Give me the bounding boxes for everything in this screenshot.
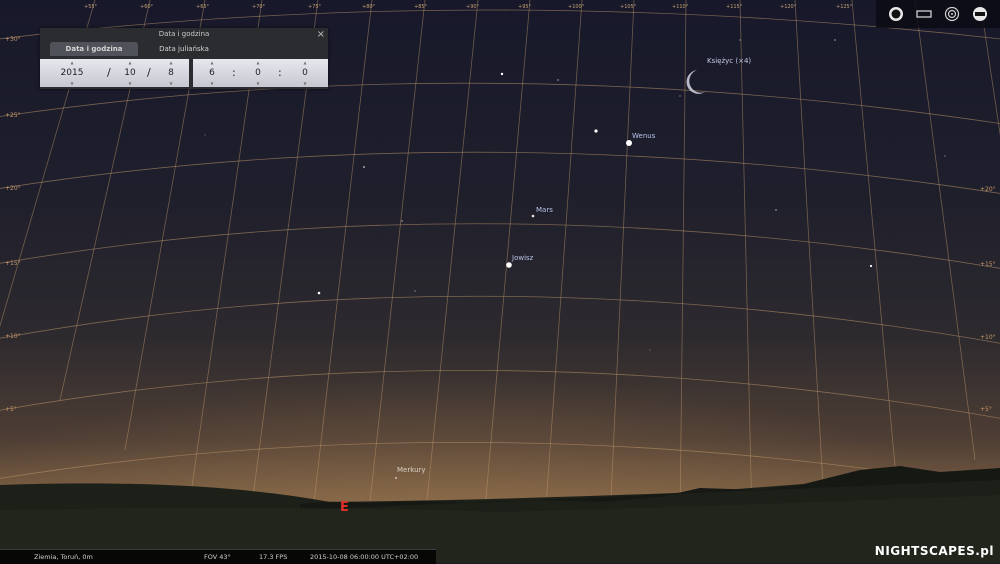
ra-label: +105°: [620, 4, 637, 10]
ra-label: +80°: [362, 4, 376, 10]
day-value: 8: [168, 68, 174, 78]
disc-icon[interactable]: [972, 6, 988, 22]
year-spinbox[interactable]: ▲ 2015 ▼: [54, 59, 90, 87]
minute-spinbox[interactable]: ▲ 0 ▼: [243, 59, 273, 87]
ra-label: +100°: [568, 4, 585, 10]
spin-up-icon[interactable]: ▲: [197, 60, 227, 65]
star: [869, 264, 873, 268]
top-right-toolbar: [876, 0, 1000, 28]
cardinal-east: E: [340, 500, 349, 515]
target-icon[interactable]: [944, 6, 960, 22]
moon-label[interactable]: Księżyc (×4): [707, 57, 751, 65]
status-bar: Ziemia, Toruń, 0m FOV 43° 17.3 FPS 2015-…: [0, 549, 436, 564]
star: [834, 39, 836, 41]
dec-label: +25°: [5, 112, 21, 119]
jupiter-label[interactable]: Jowisz: [512, 254, 533, 262]
star: [739, 39, 741, 41]
spin-down-icon[interactable]: ▼: [115, 81, 145, 86]
spin-up-icon[interactable]: ▲: [115, 60, 145, 65]
date-time-dialog[interactable]: Data i godzina × Data i godzina Data jul…: [40, 28, 328, 89]
jupiter-dot: [506, 262, 512, 268]
ra-label: +60°: [140, 4, 154, 10]
month-value: 10: [124, 68, 136, 78]
ra-label: +90°: [466, 4, 480, 10]
star: [944, 155, 946, 157]
star: [649, 349, 651, 351]
ra-label: +65°: [196, 4, 210, 10]
day-spinbox[interactable]: ▲ 8 ▼: [156, 59, 186, 87]
ra-label: +110°: [672, 4, 689, 10]
datetime-text[interactable]: 2015-10-08 06:00:00 UTC+02:00: [310, 550, 418, 564]
time-separator: :: [232, 66, 236, 79]
spin-down-icon[interactable]: ▼: [156, 81, 186, 86]
dec-label: +15°: [980, 261, 996, 268]
location-text[interactable]: Ziemia, Toruń, 0m: [34, 550, 93, 564]
dec-label: +10°: [5, 333, 21, 340]
spin-down-icon[interactable]: ▼: [243, 81, 273, 86]
dec-label: +30°: [5, 36, 21, 43]
star: [557, 79, 559, 81]
mercury-dot: [395, 477, 397, 479]
second-value: 0: [302, 68, 308, 78]
second-spinbox[interactable]: ▲ 0 ▼: [290, 59, 320, 87]
dec-label: +15°: [5, 260, 21, 267]
ra-label: +95°: [518, 4, 532, 10]
spin-down-icon[interactable]: ▼: [197, 81, 227, 86]
star: [500, 72, 504, 76]
minute-value: 0: [255, 68, 261, 78]
mars-label[interactable]: Mars: [536, 206, 553, 214]
dec-label: +5°: [980, 406, 992, 413]
star: [679, 95, 681, 97]
venus-dot: [626, 140, 632, 146]
spin-up-icon[interactable]: ▲: [290, 60, 320, 65]
close-icon[interactable]: ×: [317, 28, 325, 41]
spin-down-icon[interactable]: ▼: [54, 81, 90, 86]
ra-label: +70°: [252, 4, 266, 10]
dec-label: +20°: [980, 186, 996, 193]
mars-dot: [531, 214, 535, 218]
date-spinners: ▲ 2015 ▼ / ▲ 10 ▼ / ▲ 8 ▼: [40, 59, 189, 87]
time-spinners: ▲ 6 ▼ : ▲ 0 ▼ : ▲ 0 ▼: [193, 59, 328, 87]
hour-spinbox[interactable]: ▲ 6 ▼: [197, 59, 227, 87]
star: [594, 129, 598, 133]
star: [317, 291, 321, 295]
dec-label: +20°: [5, 185, 21, 192]
ra-label: +115°: [726, 4, 743, 10]
ra-label: +55°: [84, 4, 98, 10]
month-spinbox[interactable]: ▲ 10 ▼: [115, 59, 145, 87]
star: [775, 209, 777, 211]
fps-text: 17.3 FPS: [259, 553, 288, 561]
ra-label: +125°: [836, 4, 853, 10]
star: [414, 290, 416, 292]
spin-down-icon[interactable]: ▼: [290, 81, 320, 86]
venus-label[interactable]: Wenus: [632, 132, 655, 140]
hour-value: 6: [209, 68, 215, 78]
dec-label: +5°: [5, 406, 17, 413]
date-separator: /: [107, 66, 111, 79]
dec-label: +10°: [980, 334, 996, 341]
watermark: NIGHTSCAPES.pl: [874, 544, 994, 558]
dialog-title: Data i godzina: [158, 30, 210, 38]
spin-up-icon[interactable]: ▲: [156, 60, 186, 65]
star: [401, 220, 403, 222]
spin-up-icon[interactable]: ▲: [54, 60, 90, 65]
tab-date-time[interactable]: Data i godzina: [50, 42, 138, 56]
star: [363, 166, 365, 168]
tab-julian-date[interactable]: Data juliańska: [144, 42, 224, 56]
ra-label: +75°: [308, 4, 322, 10]
screen-icon[interactable]: [916, 6, 932, 22]
ra-label: +85°: [414, 4, 428, 10]
moon-phase-icon[interactable]: [888, 6, 904, 22]
ra-label: +120°: [780, 4, 797, 10]
fov-text: FOV 43°: [204, 553, 231, 561]
mercury-label[interactable]: Merkury: [397, 466, 426, 474]
date-separator: /: [147, 66, 151, 79]
spin-up-icon[interactable]: ▲: [243, 60, 273, 65]
year-value: 2015: [60, 68, 84, 78]
time-separator: :: [278, 66, 282, 79]
star: [204, 134, 206, 136]
